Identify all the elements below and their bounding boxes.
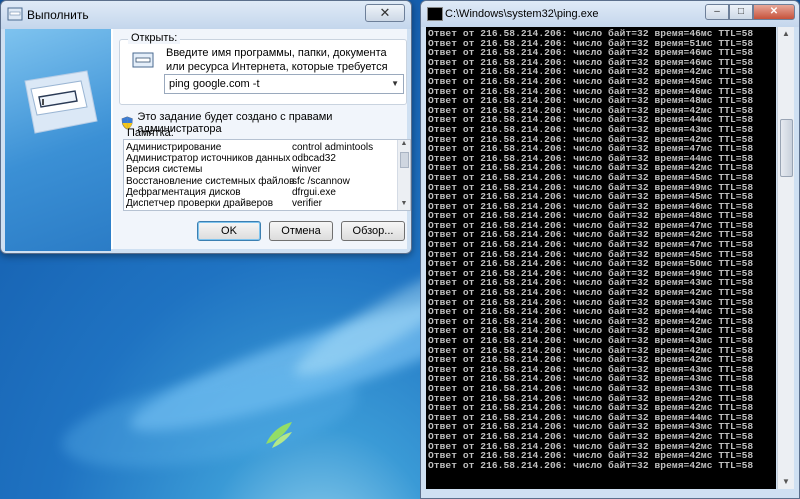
cancel-button[interactable]: Отмена [269, 221, 333, 241]
console-scrollbar[interactable]: ▲ ▼ [777, 27, 794, 489]
list-item[interactable]: Администрирование control admintools [124, 142, 394, 154]
console-window: C:\Windows\system32\ping.exe – □ ✕ Ответ… [420, 0, 800, 499]
browse-button[interactable]: Обзор... [341, 221, 405, 241]
run-content: Открыть: Введите имя программы, папки, д… [113, 29, 411, 249]
chevron-down-icon[interactable]: ▼ [391, 75, 399, 93]
scroll-thumb[interactable] [400, 152, 409, 168]
console-output[interactable]: Ответ от 216.58.214.206: число байт=32 в… [426, 27, 776, 489]
maximize-button[interactable]: □ [729, 4, 753, 20]
list-item[interactable]: Администратор источников данных odbcad32 [124, 153, 394, 165]
console-icon [427, 7, 443, 21]
run-window-icon [24, 70, 98, 134]
run-side-panel [5, 29, 111, 251]
list-item-command: dfrgui.exe [292, 186, 336, 198]
list-item-command: odbcad32 [292, 153, 336, 165]
memo-label: Памятка: [127, 127, 174, 139]
command-input-value: ping google.com -t [169, 78, 260, 90]
close-icon: ✕ [769, 6, 779, 17]
list-item-name: Диспетчер проверки драйверов [126, 198, 274, 209]
list-item[interactable]: Восстановление системных файлов sfc /scan… [124, 176, 394, 188]
list-item-command: sfc /scannow [292, 175, 350, 187]
scroll-down-icon[interactable]: ▼ [778, 475, 794, 489]
list-item-name: Администрирование [126, 142, 222, 153]
scroll-down-icon[interactable]: ▼ [398, 200, 410, 210]
command-input[interactable]: ping google.com -t ▼ [164, 74, 404, 94]
close-icon: ✕ [379, 5, 391, 20]
list-item-command: verifier [292, 198, 323, 209]
list-item-name: Администратор источников данных [126, 153, 291, 165]
console-close-button[interactable]: ✕ [753, 4, 795, 20]
open-label: Открыть: [128, 32, 181, 44]
console-text: Ответ от 216.58.214.206: число байт=32 в… [428, 28, 754, 471]
list-item[interactable]: Версия системы winver [124, 164, 394, 176]
console-titlebar[interactable]: C:\Windows\system32\ping.exe – □ ✕ [421, 1, 799, 27]
list-item-command: control admintools [292, 142, 374, 153]
list-item-command: winver [292, 164, 321, 176]
scroll-thumb[interactable] [780, 119, 793, 177]
run-dialog-title: Выполнить [27, 8, 89, 22]
open-group: Открыть: Введите имя программы, папки, д… [119, 32, 407, 105]
scroll-up-icon[interactable]: ▲ [398, 140, 410, 150]
list-item-name: Версия системы [126, 164, 203, 176]
run-dialog-titlebar[interactable]: Выполнить ✕ [1, 1, 411, 29]
admin-note-text: Это задание будет создано с правами адми… [137, 111, 333, 135]
maximize-icon: □ [737, 6, 745, 17]
scroll-up-icon[interactable]: ▲ [778, 27, 794, 41]
memo-scrollbar[interactable]: ▲ ▼ [397, 140, 410, 210]
memo-list[interactable]: Администрирование control admintools Админ… [123, 139, 411, 211]
list-item[interactable]: Диспетчер проверки драйверов verifier [124, 198, 394, 210]
window-controls: – □ ✕ [705, 4, 795, 20]
minimize-button[interactable]: – [705, 4, 729, 20]
run-app-icon [7, 7, 23, 21]
minimize-icon: – [714, 6, 720, 17]
close-button[interactable]: ✕ [365, 4, 405, 22]
run-small-icon [132, 52, 154, 68]
run-dialog: Выполнить ✕ Открыть: Введите имя програм… [0, 0, 412, 254]
console-title: C:\Windows\system32\ping.exe [445, 8, 599, 20]
list-item-name: Восстановление системных файлов [126, 175, 295, 187]
ok-button[interactable]: OK [197, 221, 261, 241]
wallpaper-logo-icon [266, 422, 292, 448]
list-item[interactable]: Дефрагментация дисков dfrgui.exe [124, 187, 394, 199]
list-item-name: Дефрагментация дисков [126, 186, 241, 198]
run-dialog-body: Открыть: Введите имя программы, папки, д… [5, 29, 411, 251]
